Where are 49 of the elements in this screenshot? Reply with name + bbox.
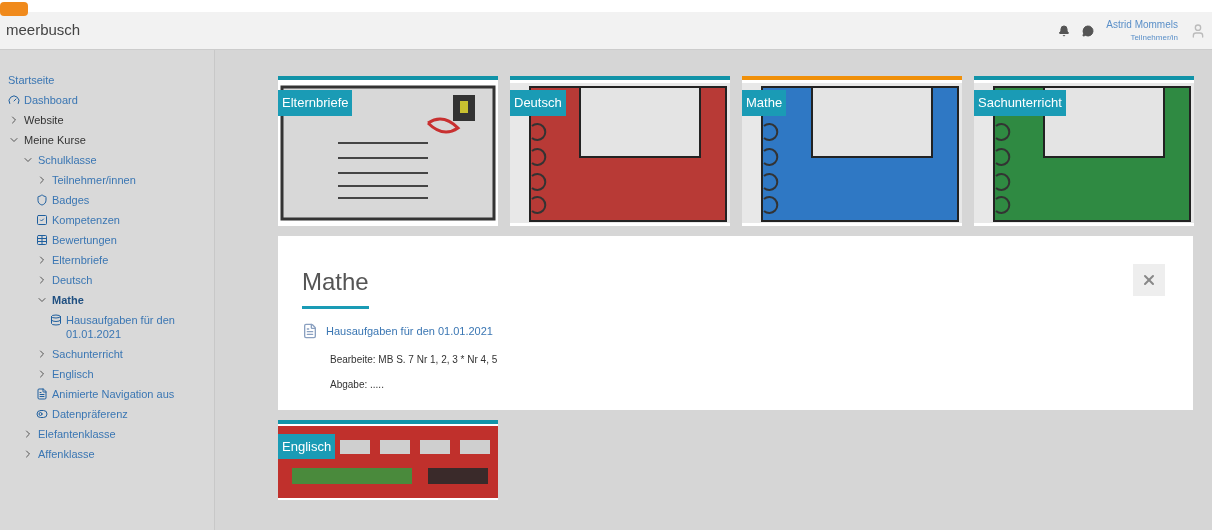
course-tile[interactable]: Sachunterricht <box>974 76 1194 226</box>
nav-link[interactable]: Meine Kurse <box>24 133 86 147</box>
nav-link[interactable]: Schulklasse <box>38 153 97 167</box>
nav-link[interactable]: Animierte Navigation aus <box>52 387 175 401</box>
close-button[interactable] <box>1133 264 1165 296</box>
course-tile[interactable]: Mathe <box>742 76 962 226</box>
message-icon[interactable] <box>1082 24 1095 37</box>
assignment-text: Abgabe: ..... <box>330 377 385 392</box>
user-role: Teilnehmer/in <box>1130 32 1178 44</box>
item-icon <box>36 214 48 226</box>
panel-title: Mathe <box>302 264 369 309</box>
course-title: Englisch <box>278 433 336 459</box>
nav-link[interactable]: Website <box>24 113 64 127</box>
site-name[interactable]: meerbusch <box>6 19 81 42</box>
item-icon <box>36 388 48 400</box>
nav-link[interactable]: Sachunterricht <box>52 347 123 361</box>
nav-link[interactable]: Dashboard <box>24 93 78 107</box>
item-icon <box>50 314 62 326</box>
nav-link[interactable]: Badges <box>52 193 90 207</box>
assignment-text: Bearbeite: MB S. 7 Nr 1, 2, 3 * Nr 4, 5 <box>330 352 499 367</box>
course-title: Deutsch <box>510 90 566 116</box>
course-title: Sachunterricht <box>974 90 1066 116</box>
item-icon <box>36 408 48 420</box>
nav-link[interactable]: Bewertungen <box>52 233 117 247</box>
item-icon <box>36 194 48 206</box>
nav-link[interactable]: Deutsch <box>52 273 93 287</box>
nav-link[interactable]: Teilnehmer/innen <box>52 173 136 187</box>
nav-link[interactable]: Hausaufgaben für den 01.01.2021 <box>66 313 214 341</box>
nav-link[interactable]: Elefantenklasse <box>38 427 116 441</box>
item-icon <box>36 234 48 246</box>
nav-link[interactable]: Startseite <box>8 73 55 87</box>
notification-icon[interactable] <box>1058 24 1071 37</box>
logo-badge <box>0 2 28 16</box>
nav-link[interactable]: Affenklasse <box>38 447 95 461</box>
user-name[interactable]: Astrid Mommels <box>1106 17 1178 32</box>
nav-link[interactable]: Englisch <box>52 367 94 381</box>
course-tile[interactable]: Elternbriefe <box>278 76 498 226</box>
assignment-icon <box>302 323 318 340</box>
close-icon <box>1141 272 1157 288</box>
nav-link[interactable]: Kompetenzen <box>52 213 120 227</box>
nav-link[interactable]: Datenpräferenz <box>52 407 128 421</box>
nav-link[interactable]: Mathe <box>52 293 84 307</box>
nav-link[interactable]: Elternbriefe <box>52 253 109 267</box>
course-tile[interactable]: Deutsch <box>510 76 730 226</box>
course-tile[interactable]: Englisch <box>278 419 498 500</box>
assignment-link[interactable]: Hausaufgaben für den 01.01.2021 <box>326 323 493 340</box>
item-icon <box>8 94 20 106</box>
course-title: Mathe <box>742 90 787 116</box>
course-title: Elternbriefe <box>278 90 353 116</box>
